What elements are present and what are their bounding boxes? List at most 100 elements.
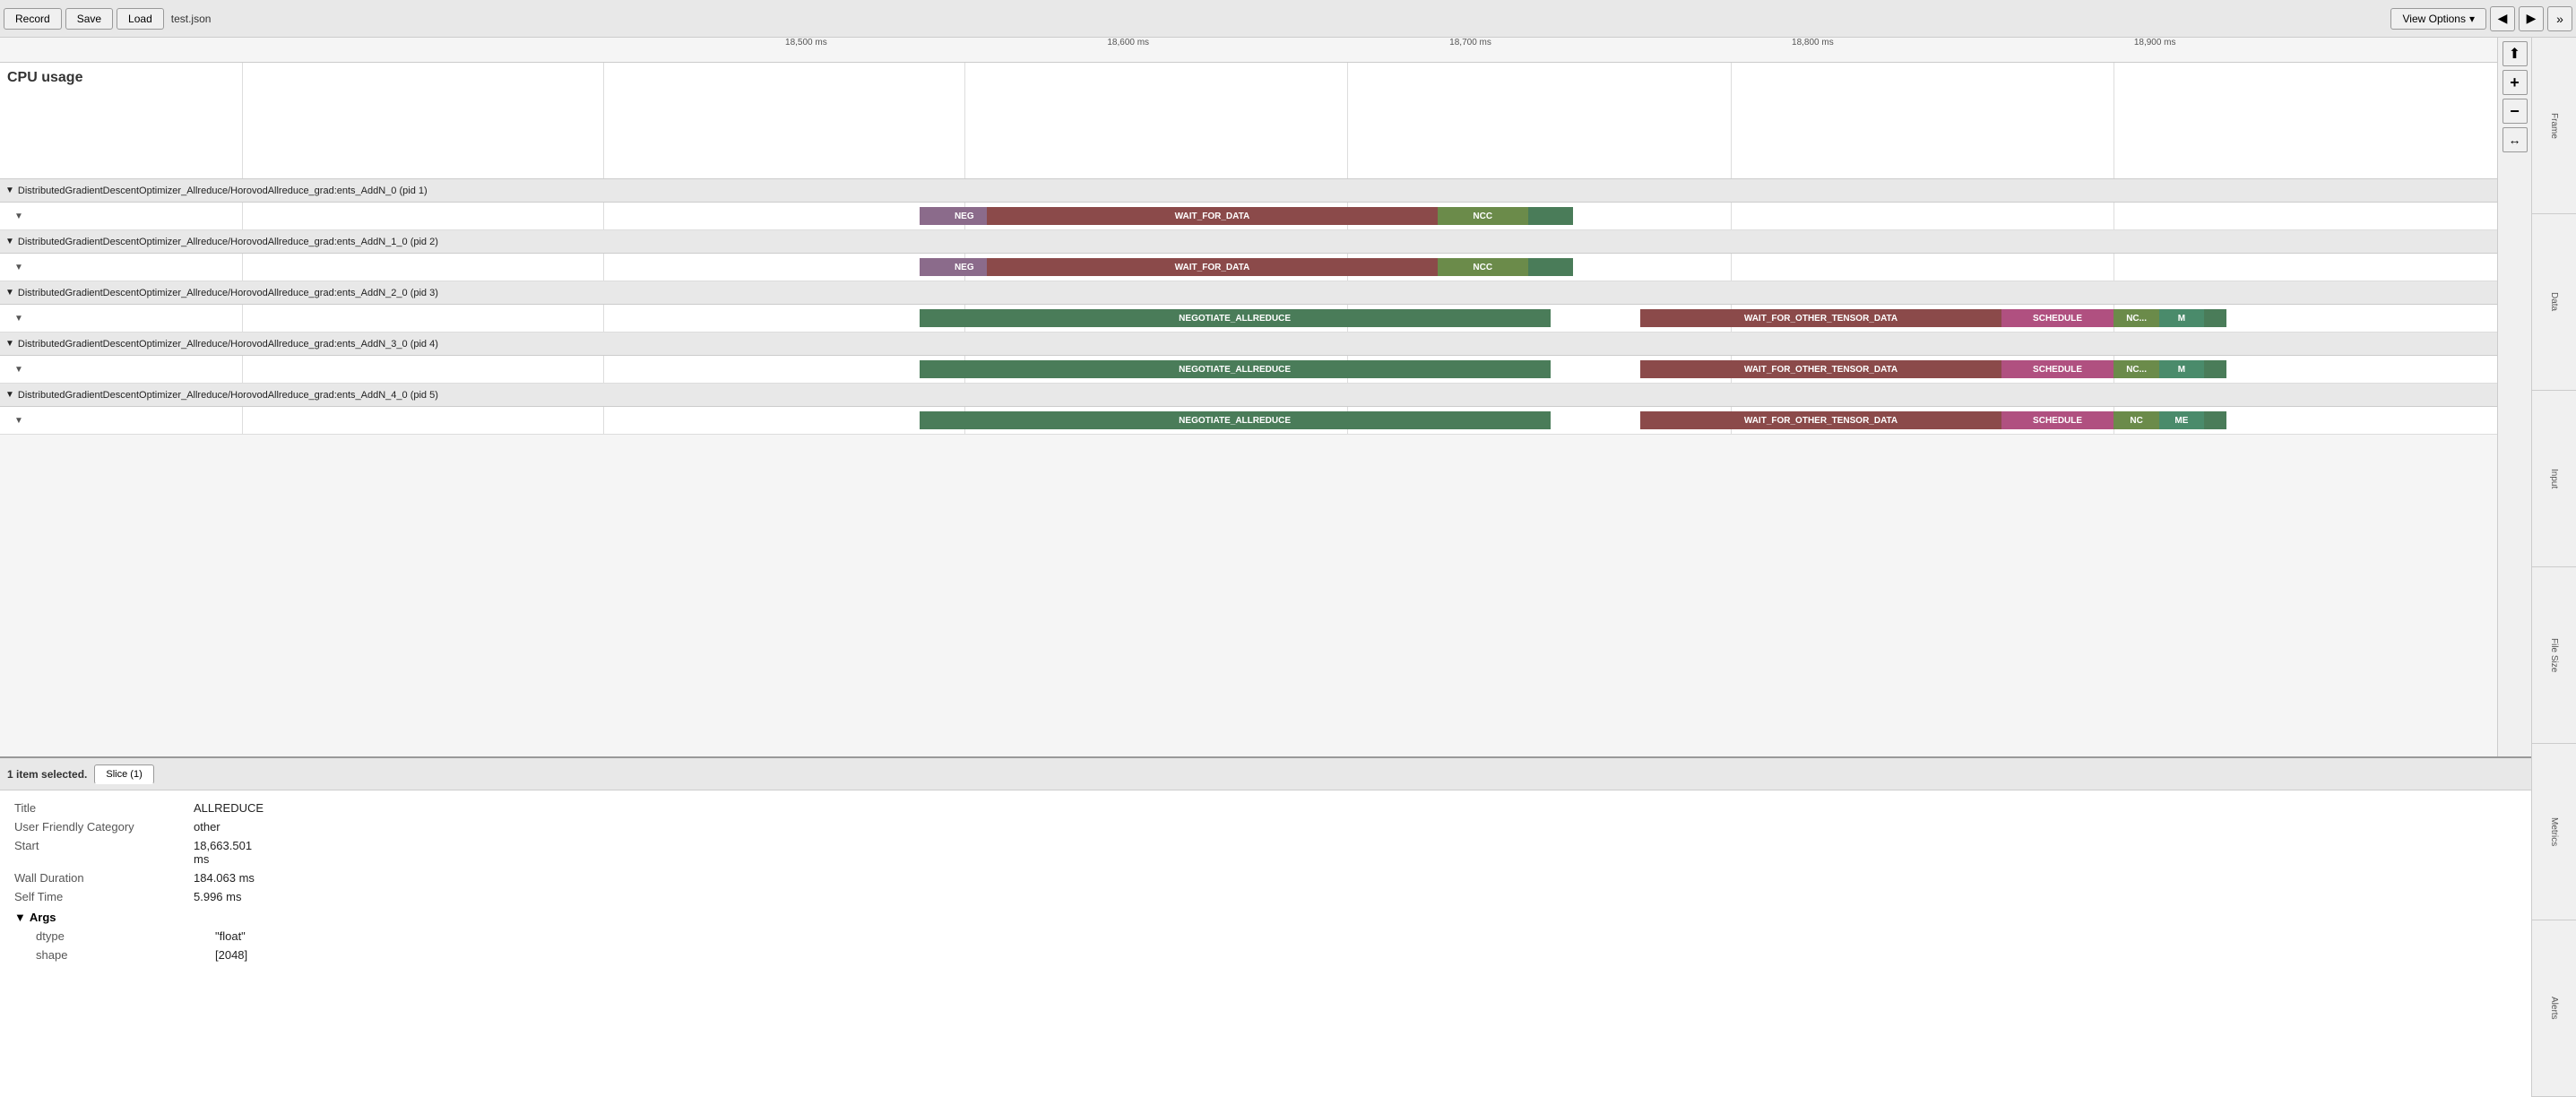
- outer-container: 18,500 ms18,600 ms18,700 ms18,800 ms18,9…: [0, 38, 2576, 1097]
- cpu-label: CPU usage: [0, 63, 242, 93]
- track-header-3[interactable]: ▼ DistributedGradientDescentOptimizer_All…: [0, 333, 2497, 356]
- bar-wait-for-other-tensor-data-4-2[interactable]: WAIT_FOR_OTHER_TENSOR_DATA: [1640, 411, 2001, 429]
- dynamic-tracks: ▼ DistributedGradientDescentOptimizer_All…: [0, 179, 2497, 435]
- expand-icon-4[interactable]: ▼: [5, 390, 14, 400]
- track-group-0: ▼DistributedGradientDescentOptimizer_All…: [0, 179, 2497, 230]
- cursor-button[interactable]: ⬆: [2503, 41, 2528, 66]
- right-label-alerts: Alerts: [2532, 920, 2576, 1097]
- grid-line: [603, 305, 604, 332]
- cpu-chart: [242, 63, 2497, 178]
- expand-icon-2[interactable]: ▼: [5, 288, 14, 298]
- zoom-out-button[interactable]: −: [2503, 99, 2528, 124]
- bar-ncc-1-3[interactable]: NCC: [1438, 258, 1528, 276]
- sub-expand-icon-0[interactable]: ▼: [14, 212, 23, 221]
- bar-schedule-3-3[interactable]: SCHEDULE: [2001, 360, 2114, 378]
- sub-expand-icon-3[interactable]: ▼: [14, 365, 23, 375]
- bar-nc----3-4[interactable]: NC...: [2114, 360, 2158, 378]
- track-header-2[interactable]: ▼DistributedGradientDescentOptimizer_All…: [0, 281, 2497, 305]
- grid-line: [1731, 254, 1732, 281]
- args-label: Args: [30, 911, 56, 924]
- time-marker-1: 18,600 ms: [1107, 38, 1149, 48]
- track-sub-3: ▼ NEGOTIATE_ALLREDUCEALLREDUCEWAIT_FOR_OT…: [0, 356, 2497, 383]
- bar-m-3-5[interactable]: M: [2159, 360, 2204, 378]
- args-section-header[interactable]: ▼Args: [14, 911, 2517, 924]
- track-header-1[interactable]: ▼ DistributedGradientDescentOptimizer_All…: [0, 230, 2497, 254]
- track-canvas-1[interactable]: NEGALLREDUCEWAIT_FOR_DATANCC: [242, 254, 2497, 281]
- sub-expand-icon-2[interactable]: ▼: [14, 314, 23, 324]
- track-header-4[interactable]: ▼ DistributedGradientDescentOptimizer_All…: [0, 384, 2497, 407]
- track-sub-0: ▼ NEGALLREDUCEWAIT_FOR_DATANCC: [0, 203, 2497, 229]
- bar-negotiate-allreduce-3-0[interactable]: NEGOTIATE_ALLREDUCE: [920, 360, 1551, 378]
- record-button[interactable]: Record: [4, 8, 62, 30]
- filename-label: test.json: [171, 13, 212, 25]
- selected-count-label: 1 item selected.: [7, 768, 87, 781]
- bar-schedule-4-3[interactable]: SCHEDULE: [2001, 411, 2114, 429]
- bar-wait-for-other-tensor-data-3-2[interactable]: WAIT_FOR_OTHER_TENSOR_DATA: [1640, 360, 2001, 378]
- track-title-4: DistributedGradientDescentOptimizer_Allr…: [18, 390, 438, 401]
- bar-wait-for-data-0-2[interactable]: WAIT_FOR_DATA: [987, 207, 1438, 225]
- expand-icon-0[interactable]: ▼: [5, 186, 14, 195]
- arg-row-1: shape[2048]: [14, 948, 2517, 962]
- time-marker-2: 18,700 ms: [1449, 38, 1491, 48]
- arg-value-0: "float": [215, 929, 246, 943]
- grid-line: [603, 254, 604, 281]
- track-header-0[interactable]: ▼DistributedGradientDescentOptimizer_All…: [0, 179, 2497, 203]
- slice-tab[interactable]: Slice (1): [94, 764, 153, 784]
- arg-label-0: dtype: [36, 929, 215, 943]
- bar-negotiate-allreduce-4-0[interactable]: NEGOTIATE_ALLREDUCE: [920, 411, 1551, 429]
- track-sub-2: ▼ NEGOTIATE_ALLREDUCEALLREDUCEWAIT_FOR_OT…: [0, 305, 2497, 332]
- bar-me-4-5[interactable]: ME: [2159, 411, 2204, 429]
- arg-value-1: [2048]: [215, 948, 247, 962]
- fit-button[interactable]: ↔: [2503, 127, 2528, 152]
- info-value-2: 18,663.501 ms: [194, 839, 252, 866]
- bottom-content: TitleALLREDUCEUser Friendly Categoryothe…: [0, 790, 2531, 978]
- load-button[interactable]: Load: [117, 8, 164, 30]
- zoom-in-button[interactable]: +: [2503, 70, 2528, 95]
- timeline-area: 18,500 ms18,600 ms18,700 ms18,800 ms18,9…: [0, 38, 2531, 756]
- right-label-data: Data: [2532, 214, 2576, 391]
- info-row-3: Wall Duration184.063 ms: [14, 871, 2517, 885]
- bar-nc----2-4[interactable]: NC...: [2114, 309, 2158, 327]
- right-label-file-size: File Size: [2532, 567, 2576, 744]
- bar-nc-4-4[interactable]: NC: [2114, 411, 2158, 429]
- sub-expand-icon-1[interactable]: ▼: [14, 263, 23, 272]
- track-sub-label-1: ▼: [0, 263, 242, 272]
- track-sub-label-3: ▼: [0, 365, 242, 375]
- nav-left-button[interactable]: ◀: [2490, 6, 2515, 31]
- track-canvas-3[interactable]: NEGOTIATE_ALLREDUCEALLREDUCEWAIT_FOR_OTH…: [242, 356, 2497, 383]
- track-sub-label-4: ▼: [0, 416, 242, 426]
- track-title-3: DistributedGradientDescentOptimizer_Allr…: [18, 339, 438, 350]
- time-marker-4: 18,900 ms: [2134, 38, 2176, 48]
- main-content: 18,500 ms18,600 ms18,700 ms18,800 ms18,9…: [0, 38, 2531, 1097]
- nav-right-button[interactable]: ▶: [2519, 6, 2544, 31]
- save-button[interactable]: Save: [65, 8, 113, 30]
- view-options-button[interactable]: View Options ▾: [2390, 8, 2486, 30]
- grid-line: [603, 407, 604, 434]
- bar-wait-for-data-1-2[interactable]: WAIT_FOR_DATA: [987, 258, 1438, 276]
- info-label-1: User Friendly Category: [14, 820, 194, 834]
- nav-expand-button[interactable]: »: [2547, 6, 2572, 31]
- info-row-2: Start18,663.501 ms: [14, 839, 2517, 866]
- bar-m-2-5[interactable]: M: [2159, 309, 2204, 327]
- grid-line: [1731, 203, 1732, 229]
- info-row-1: User Friendly Categoryother: [14, 820, 2517, 834]
- expand-icon-1[interactable]: ▼: [5, 237, 14, 246]
- expand-icon-3[interactable]: ▼: [5, 339, 14, 349]
- dropdown-icon: ▾: [2469, 13, 2475, 25]
- bar-schedule-2-3[interactable]: SCHEDULE: [2001, 309, 2114, 327]
- track-title-1: DistributedGradientDescentOptimizer_Allr…: [18, 237, 438, 247]
- track-sub-4: ▼ NEGOTIATE_ALLREDUCEALLREDUCEWAIT_FOR_OT…: [0, 407, 2497, 434]
- tracks-container[interactable]: CPU usage ▼ DistributedGradientDescentOpt…: [0, 63, 2497, 756]
- sub-expand-icon-4[interactable]: ▼: [14, 416, 23, 426]
- track-canvas-0[interactable]: NEGALLREDUCEWAIT_FOR_DATANCC: [242, 203, 2497, 229]
- arg-label-1: shape: [36, 948, 215, 962]
- bar-negotiate-allreduce-2-0[interactable]: NEGOTIATE_ALLREDUCE: [920, 309, 1551, 327]
- track-canvas-4[interactable]: NEGOTIATE_ALLREDUCEALLREDUCEWAIT_FOR_OTH…: [242, 407, 2497, 434]
- bottom-tabs: 1 item selected. Slice (1): [0, 758, 2531, 790]
- track-canvas-2[interactable]: NEGOTIATE_ALLREDUCEALLREDUCEWAIT_FOR_OTH…: [242, 305, 2497, 332]
- bar-ncc-0-3[interactable]: NCC: [1438, 207, 1528, 225]
- bar-wait-for-other-tensor-data-2-2[interactable]: WAIT_FOR_OTHER_TENSOR_DATA: [1640, 309, 2001, 327]
- right-label-input: Input: [2532, 391, 2576, 567]
- time-header: 18,500 ms18,600 ms18,700 ms18,800 ms18,9…: [0, 38, 2497, 63]
- time-markers: 18,500 ms18,600 ms18,700 ms18,800 ms18,9…: [484, 38, 2497, 59]
